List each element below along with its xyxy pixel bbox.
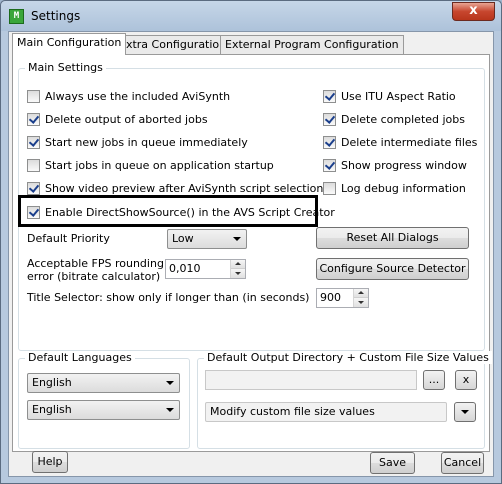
output-directory-title: Default Output Directory + Custom File S… [204,351,492,364]
checkbox-label: Log debug information [341,181,466,195]
tab-extra-configuration[interactable]: Extra Configuration [114,35,232,54]
chevron-down-icon [461,410,469,414]
default-priority-label: Default Priority [27,232,110,245]
language-select-2[interactable]: English [27,400,180,420]
save-button[interactable]: Save [370,452,415,474]
spin-buttons [230,260,245,278]
main-configuration-page: Main Settings Always use the included Av… [12,54,492,452]
settings-window: M Settings x Main Configuration Extra Co… [0,0,502,484]
checkbox-show-progress-window[interactable]: Show progress window [323,157,467,173]
spin-down-icon[interactable] [354,298,368,307]
checkbox-box[interactable] [27,158,40,172]
checkbox-box[interactable] [323,135,336,149]
default-languages-title: Default Languages [25,351,135,364]
checkbox-delete-intermediate-files[interactable]: Delete intermediate files [323,134,477,150]
custom-file-size-select[interactable]: Modify custom file size values [205,402,447,422]
fps-rounding-label-line2: error (bitrate calculator) [27,270,161,283]
fps-rounding-label: Acceptable FPS rounding [27,257,164,270]
checkbox-show-video-preview[interactable]: Show video preview after AviSynth script… [27,180,323,196]
cancel-button[interactable]: Cancel [441,452,484,474]
title-bar[interactable]: M Settings x [1,1,501,31]
app-icon: M [9,9,24,24]
default-priority-select[interactable]: Low [167,229,247,249]
checkbox-box[interactable] [323,89,336,103]
checkbox-delete-completed-jobs[interactable]: Delete completed jobs [323,111,465,127]
configure-source-detector-button[interactable]: Configure Source Detector [316,258,469,280]
spin-up-icon[interactable] [231,260,245,269]
reset-all-dialogs-button[interactable]: Reset All Dialogs [316,227,469,249]
window-title: Settings [31,9,81,23]
checkbox-label: Delete intermediate files [341,135,478,149]
custom-file-size-value: Modify custom file size values [210,405,375,418]
dialog-client: Main Configuration Extra Configuration E… [8,31,494,477]
default-priority-value: Low [172,232,194,245]
custom-file-size-dropdown-button[interactable] [454,402,476,422]
close-button[interactable]: x [452,2,495,21]
checkbox-box[interactable] [27,112,40,126]
chevron-down-icon [233,237,241,241]
chevron-down-icon [166,408,174,412]
checkbox-label: Show progress window [341,158,467,172]
spin-up-icon[interactable] [354,289,368,298]
spin-buttons [353,289,368,307]
checkbox-label: Start new jobs in queue immediately [45,135,248,149]
checkbox-log-debug-information[interactable]: Log debug information [323,180,466,196]
annotation-highlight-box [18,195,318,227]
output-directory-field[interactable] [205,370,417,390]
spin-down-icon[interactable] [231,269,245,278]
checkbox-label: Delete output of aborted jobs [45,112,208,126]
language-value-2: English [32,403,72,416]
clear-output-directory-button[interactable]: x [455,370,477,390]
checkbox-box[interactable] [323,158,336,172]
title-selector-value: 900 [320,291,341,304]
checkbox-box[interactable] [27,135,40,149]
checkbox-always-use-avisynth[interactable]: Always use the included AviSynth [27,88,230,104]
checkbox-label: Delete completed jobs [341,112,465,126]
checkbox-label: Always use the included AviSynth [45,89,231,103]
fps-rounding-value: 0,010 [169,262,201,275]
fps-rounding-stepper[interactable]: 0,010 [165,259,246,279]
checkbox-itu-aspect-ratio[interactable]: Use ITU Aspect Ratio [323,88,456,104]
browse-button[interactable]: ... [423,370,445,390]
checkbox-box[interactable] [27,181,40,195]
checkbox-label: Show video preview after AviSynth script… [45,181,324,195]
checkbox-box[interactable] [323,112,336,126]
main-settings-title: Main Settings [25,61,106,74]
title-selector-label: Title Selector: show only if longer than… [27,291,310,304]
checkbox-label: Start jobs in queue on application start… [45,158,274,172]
checkbox-start-jobs-on-startup[interactable]: Start jobs in queue on application start… [27,157,274,173]
tab-main-configuration[interactable]: Main Configuration [12,33,127,55]
title-selector-stepper[interactable]: 900 [316,288,369,308]
checkbox-box[interactable] [323,181,336,195]
checkbox-box[interactable] [27,89,40,103]
language-value-1: English [32,376,72,389]
help-button[interactable]: Help [32,451,68,473]
tab-external-program-configuration[interactable]: External Program Configuration [220,35,404,54]
chevron-down-icon [166,381,174,385]
language-select-1[interactable]: English [27,373,180,393]
checkbox-label: Use ITU Aspect Ratio [341,89,456,103]
checkbox-delete-aborted-output[interactable]: Delete output of aborted jobs [27,111,208,127]
checkbox-start-new-jobs[interactable]: Start new jobs in queue immediately [27,134,248,150]
